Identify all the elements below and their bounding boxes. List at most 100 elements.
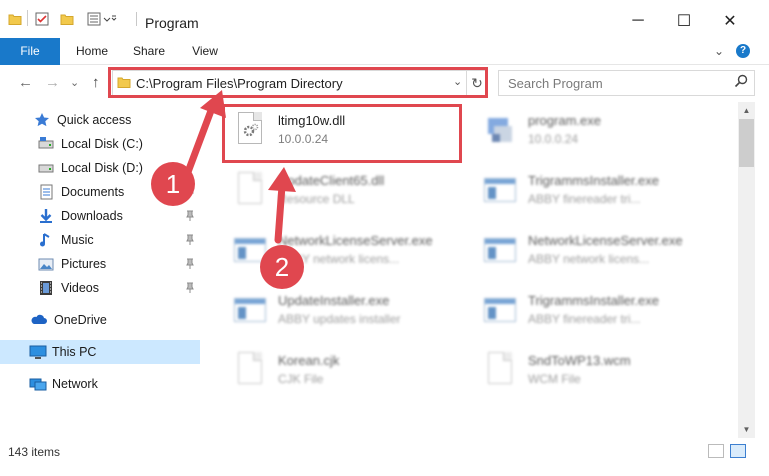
search-placeholder: Search Program [508,76,603,91]
sidebar-item-network[interactable]: Network [0,372,200,396]
window-title: Program [145,15,199,31]
blank-file-icon [234,352,266,392]
pin-icon[interactable] [186,282,194,293]
navigation-pane: Quick access Local Disk (C:) Local Disk … [0,102,200,434]
new-folder-icon[interactable] [60,12,76,28]
file-name: Korean.cjk [278,353,340,368]
file-name: SndToWP13.wcm [528,353,631,368]
customize-quick-access-icon[interactable] [87,12,117,28]
tab-share[interactable]: Share [124,38,174,65]
file-type: WCM File [528,372,581,386]
app-window-icon [234,292,266,332]
vertical-scrollbar[interactable]: ▲ ▼ [738,102,755,438]
pictures-icon [38,256,54,272]
pin-icon[interactable] [186,210,194,221]
large-icons-view-icon[interactable] [730,444,746,458]
sidebar-item-label: Pictures [61,257,107,271]
search-icon[interactable] [734,74,748,91]
exe-icon [484,112,516,152]
help-icon[interactable]: ? [736,44,750,58]
file-item-program-exe[interactable]: program.exe 10.0.0.24 [466,104,706,160]
status-bar: 143 items [0,440,769,462]
sidebar-item-label: Quick access [57,113,132,127]
tab-file[interactable]: File [0,38,60,65]
callout-step-2: 2 [260,245,304,289]
sidebar-item-label: Documents [61,185,125,199]
close-button[interactable]: ✕ [707,6,753,36]
downloads-icon [38,208,54,224]
onedrive-icon [31,312,47,328]
sidebar-item-downloads[interactable]: Downloads [0,204,200,228]
sidebar-item-label: Videos [61,281,99,295]
up-arrow-icon[interactable]: ↑ [92,74,100,91]
ribbon-tabs: File Home Share View ⌄ ? [0,38,769,65]
sidebar-item-videos[interactable]: Videos [0,276,200,300]
file-item-korean-cjk[interactable]: Korean.cjk CJK File [216,344,456,400]
file-item-trigrammsinstaller-exe[interactable]: TrigrammsInstaller.exe ABBY finereader t… [466,164,706,220]
app-window-icon [484,232,516,272]
quick-access-separator [27,10,28,26]
sidebar-item-this-pc[interactable]: This PC [0,340,200,364]
back-arrow-icon[interactable]: ← [18,74,33,91]
file-description: ABBY network licens... [528,252,650,266]
scroll-thumb[interactable] [739,119,754,167]
forward-arrow-icon[interactable]: → [45,74,60,91]
videos-icon [38,280,54,296]
tab-view[interactable]: View [180,38,230,65]
file-item-updateclient65-dll[interactable]: UpdateClient65.dll Resource DLL [216,164,456,220]
item-count: 143 items [8,445,61,459]
address-bar-highlight [108,67,488,98]
pin-icon[interactable] [186,234,194,245]
file-name: UpdateClient65.dll [278,173,385,188]
file-description: ABBY updates installer [278,312,401,326]
file-item-updateinstaller-exe[interactable]: UpdateInstaller.exe ABBY updates install… [216,284,456,340]
music-icon [38,232,54,248]
title-separator [136,12,137,26]
recent-locations-chevron-icon[interactable]: ⌄ [70,76,79,89]
title-bar: Program ─ ☐ ✕ [0,0,769,38]
file-description: ABBY finereader tri... [528,192,641,206]
network-icon [29,376,47,392]
file-name: UpdateInstaller.exe [278,293,390,308]
expand-ribbon-chevron-icon[interactable]: ⌄ [714,44,724,58]
folder-icon [8,12,22,28]
file-item-networklicenseserver-exe[interactable]: NetworkLicenseServer.exe ABBY network li… [466,224,706,280]
app-window-icon [484,292,516,332]
file-description: ABBY finereader tri... [528,312,641,326]
sidebar-item-label: Downloads [61,209,123,223]
file-version: 10.0.0.24 [528,132,579,146]
this-pc-icon [29,344,47,360]
file-name: TrigrammsInstaller.exe [528,173,659,188]
drive-icon [38,160,54,176]
search-input[interactable]: Search Program [498,70,755,96]
file-name: TrigrammsInstaller.exe [528,293,659,308]
sidebar-item-music[interactable]: Music [0,228,200,252]
pin-icon[interactable] [186,258,194,269]
sidebar-item-pictures[interactable]: Pictures [0,252,200,276]
callout-step-1: 1 [151,162,195,206]
scroll-up-arrow-icon[interactable]: ▲ [738,102,755,119]
dll-file-highlight [222,104,462,163]
sidebar-item-label: This PC [52,345,97,359]
sidebar-item-label: Network [52,377,98,391]
file-name: NetworkLicenseServer.exe [528,233,683,248]
dll-gear-icon [234,172,266,212]
file-item-trigrammsinstaller-exe[interactable]: TrigrammsInstaller.exe ABBY finereader t… [466,284,706,340]
maximize-button[interactable]: ☐ [661,6,707,36]
sidebar-item-quick-access[interactable]: Quick access [0,108,200,132]
minimize-button[interactable]: ─ [615,6,661,36]
file-description: Resource DLL [278,192,355,206]
file-item-networklicenseserver-exe[interactable]: NetworkLicenseServer.exe ABBY network li… [216,224,456,280]
properties-icon[interactable] [35,12,51,28]
tab-home[interactable]: Home [66,38,118,65]
sidebar-item-onedrive[interactable]: OneDrive [0,308,200,332]
file-item-sndtowp13-wcm[interactable]: SndToWP13.wcm WCM File [466,344,706,400]
details-view-icon[interactable] [708,444,724,458]
app-window-icon [484,172,516,212]
file-name: program.exe [528,113,601,128]
sidebar-item-label: Local Disk (D:) [61,161,143,175]
scroll-down-arrow-icon[interactable]: ▼ [738,421,755,438]
blank-file-icon [484,352,516,392]
file-name: NetworkLicenseServer.exe [278,233,433,248]
sidebar-item-local-disk-c[interactable]: Local Disk (C:) [0,132,200,156]
